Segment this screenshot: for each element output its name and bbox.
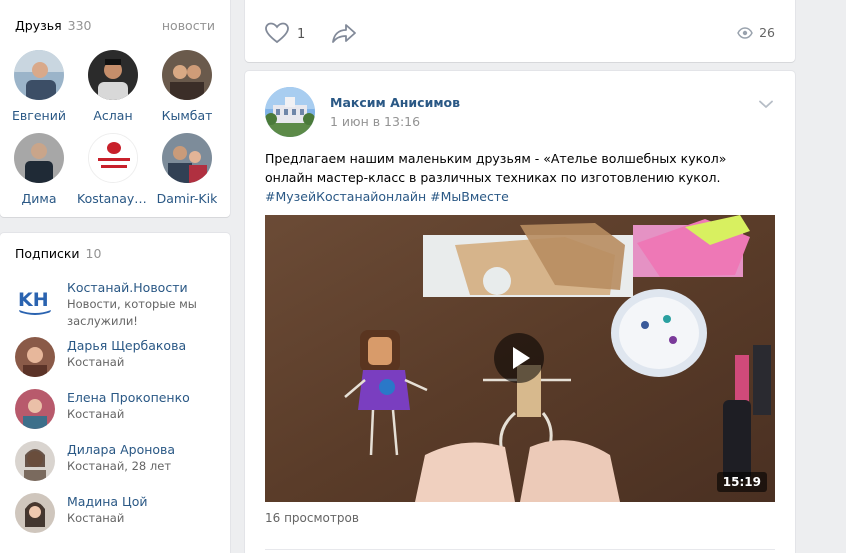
friends-count: 330	[67, 18, 92, 33]
subscription-name[interactable]: Елена Прокопенко	[67, 390, 190, 406]
like-count: 1	[297, 27, 306, 42]
avatar[interactable]	[162, 50, 212, 100]
views-count: 26	[759, 25, 775, 40]
friend-item[interactable]: Damir-Kik	[152, 133, 222, 206]
hashtags: #МузейКостанайонлайн #МыВместе	[265, 187, 765, 206]
friend-name[interactable]: Евгений	[12, 108, 66, 123]
friend-name[interactable]: Дима	[22, 191, 57, 206]
friend-item[interactable]: Евгений	[4, 50, 74, 123]
list-item[interactable]: Дарья Щербакова Костанай	[15, 337, 220, 389]
subscription-desc: Костанай	[67, 355, 125, 369]
avatar[interactable]	[15, 493, 55, 533]
friend-item[interactable]: Kostanays...	[77, 133, 149, 206]
subscription-desc: Костанай, 28 лет	[67, 459, 172, 473]
subscriptions-count: 10	[85, 246, 102, 261]
friend-name[interactable]: Кымбат	[162, 108, 213, 123]
subscription-name[interactable]: Дилара Аронова	[67, 442, 175, 458]
list-item[interactable]: KH Костанай.Новости Новости, которые мы …	[15, 279, 220, 337]
avatar[interactable]	[14, 50, 64, 100]
share-arrow-icon[interactable]	[331, 23, 357, 46]
avatar[interactable]	[88, 133, 138, 183]
list-item[interactable]: Дилара Аронова Костанай, 28 лет	[15, 441, 220, 493]
post-author-name[interactable]: Максим Анисимов	[330, 95, 460, 110]
eye-icon	[737, 26, 753, 39]
friend-name[interactable]: Damir-Kik	[157, 191, 218, 206]
subscription-desc: Костанай	[67, 407, 125, 421]
avatar[interactable]	[162, 133, 212, 183]
post-text: Предлагаем нашим маленьким друзьям - «Ат…	[265, 149, 765, 206]
hashtag-link[interactable]: #МузейКостанайонлайн	[265, 189, 426, 204]
subscription-name[interactable]: Костанай.Новости	[67, 280, 220, 296]
friends-block: Друзья 330 новости Евгений Аслан Кымбат	[0, 0, 230, 217]
video-player[interactable]: 15:19	[265, 215, 775, 502]
subscriptions-title[interactable]: Подписки	[15, 246, 80, 261]
friends-grid: Евгений Аслан Кымбат Дима Kostanays... D…	[4, 50, 226, 206]
divider	[265, 549, 775, 550]
friend-item[interactable]: Аслан	[78, 50, 148, 123]
chevron-down-icon[interactable]	[759, 97, 773, 112]
list-item[interactable]: Мадина Цой Костанай	[15, 493, 220, 545]
heart-icon[interactable]	[265, 22, 289, 47]
hashtag-link[interactable]: #МыВместе	[430, 189, 509, 204]
friend-item[interactable]: Дима	[4, 133, 74, 206]
post-date[interactable]: 1 июн в 13:16	[330, 114, 420, 129]
friends-title[interactable]: Друзья	[15, 18, 62, 33]
video-duration: 15:19	[716, 472, 767, 492]
post-actions: 1	[265, 22, 357, 47]
avatar[interactable]	[14, 133, 64, 183]
previous-post: 1 26	[245, 0, 795, 62]
svg-text:KH: KH	[18, 289, 49, 311]
author-avatar[interactable]	[265, 87, 315, 137]
list-item[interactable]: Елена Прокопенко Костанай	[15, 389, 220, 441]
play-icon[interactable]	[494, 333, 544, 383]
subscription-name[interactable]: Дарья Щербакова	[67, 338, 186, 354]
avatar[interactable]: KH	[15, 279, 55, 319]
views-counter: 26	[737, 25, 775, 40]
avatar[interactable]	[88, 50, 138, 100]
avatar[interactable]	[15, 389, 55, 429]
subscriptions-header: Подписки 10	[0, 246, 230, 261]
friend-item[interactable]: Кымбат	[152, 50, 222, 123]
post-views: 16 просмотров	[265, 511, 359, 525]
friends-news-link[interactable]: новости	[162, 18, 215, 33]
avatar[interactable]	[15, 337, 55, 377]
wall-post: Максим Анисимов 1 июн в 13:16 Предлагаем…	[245, 71, 795, 553]
subscription-name[interactable]: Мадина Цой	[67, 494, 148, 510]
avatar[interactable]	[15, 441, 55, 481]
post-body: Предлагаем нашим маленьким друзьям - «Ат…	[265, 151, 727, 185]
subscriptions-block: Подписки 10 KH Костанай.Новости Новости,…	[0, 233, 230, 553]
friend-name[interactable]: Аслан	[93, 108, 132, 123]
friend-name[interactable]: Kostanays...	[77, 191, 149, 206]
friends-header: Друзья 330 новости	[0, 18, 230, 33]
subscriptions-list: KH Костанай.Новости Новости, которые мы …	[15, 279, 220, 545]
subscription-desc: Костанай	[67, 511, 125, 525]
subscription-desc: Новости, которые мы заслужили!	[67, 297, 197, 328]
